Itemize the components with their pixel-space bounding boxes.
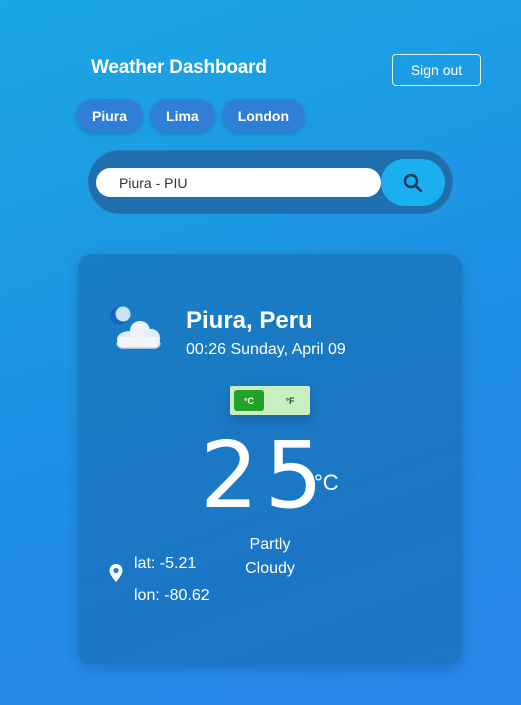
sign-out-button[interactable]: Sign out xyxy=(392,54,481,86)
quick-city-list: Piura Lima London xyxy=(76,99,306,132)
longitude: lon: -80.62 xyxy=(134,587,210,604)
city-chip-london[interactable]: London xyxy=(221,99,306,132)
temperature-unit: °C xyxy=(314,470,339,495)
partly-cloudy-night-icon xyxy=(110,306,161,349)
temperature-value: 25 xyxy=(200,422,330,529)
condition-line-1: Partly xyxy=(249,536,291,553)
search-icon xyxy=(403,173,423,192)
weather-condition: Partly Cloudy xyxy=(232,533,308,581)
map-pin-icon xyxy=(109,564,123,582)
condition-line-2: Cloudy xyxy=(245,560,295,577)
search-button[interactable] xyxy=(381,159,445,206)
city-chip-lima[interactable]: Lima xyxy=(150,99,215,132)
search-bar xyxy=(88,150,453,214)
city-name: Piura, Peru xyxy=(186,307,313,334)
celsius-toggle[interactable]: °C xyxy=(234,390,264,411)
latitude: lat: -5.21 xyxy=(134,555,197,572)
city-chip-piura[interactable]: Piura xyxy=(76,99,144,132)
app-title: Weather Dashboard xyxy=(91,57,267,78)
search-input[interactable] xyxy=(96,168,381,197)
unit-toggle: °C °F xyxy=(230,386,310,415)
fahrenheit-toggle[interactable]: °F xyxy=(275,390,305,411)
local-datetime: 00:26 Sunday, April 09 xyxy=(186,341,346,358)
